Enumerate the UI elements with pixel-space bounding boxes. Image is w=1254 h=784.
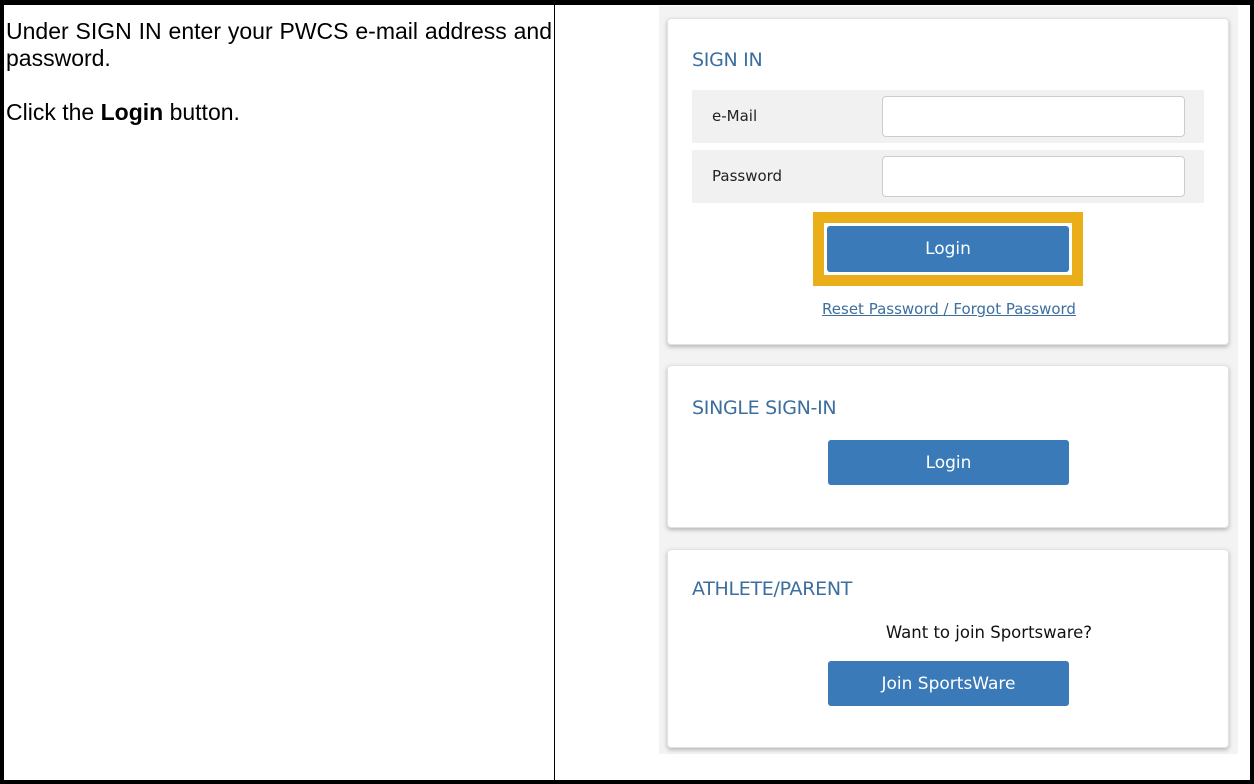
login-highlight-box: Login (813, 212, 1083, 286)
athlete-parent-card: ATHLETE/PARENT Want to join Sportsware? … (667, 549, 1229, 748)
email-field[interactable] (882, 96, 1185, 137)
instruction-step-1: Under SIGN IN enter your PWCS e-mail add… (6, 18, 552, 71)
sign-in-title: SIGN IN (692, 49, 763, 71)
password-row: Password (692, 150, 1204, 203)
instruction-step-2: Click the Login button. (6, 99, 552, 126)
password-field[interactable] (882, 156, 1185, 197)
single-sign-in-title: SINGLE SIGN-IN (692, 397, 837, 419)
password-label: Password (712, 167, 783, 185)
instruction-step-2-prefix: Click the (6, 99, 101, 125)
instruction-step-2-suffix: button. (163, 99, 240, 125)
join-question-text: Want to join Sportsware? (885, 623, 1093, 642)
athlete-parent-title: ATHLETE/PARENT (692, 578, 853, 600)
sso-login-button[interactable]: Login (828, 440, 1069, 485)
single-sign-in-card: SINGLE SIGN-IN Login (667, 365, 1229, 528)
sign-in-card: SIGN IN e-Mail Password Login Reset Pass… (667, 18, 1229, 345)
email-label: e-Mail (712, 107, 758, 125)
email-row: e-Mail (692, 90, 1204, 143)
instruction-step-2-bold: Login (100, 99, 164, 125)
join-sportsware-button[interactable]: Join SportsWare (828, 661, 1069, 706)
reset-password-link[interactable]: Reset Password / Forgot Password (668, 300, 1230, 318)
column-divider (554, 0, 555, 784)
login-button[interactable]: Login (827, 226, 1069, 272)
instructions-cell: Under SIGN IN enter your PWCS e-mail add… (6, 18, 552, 126)
